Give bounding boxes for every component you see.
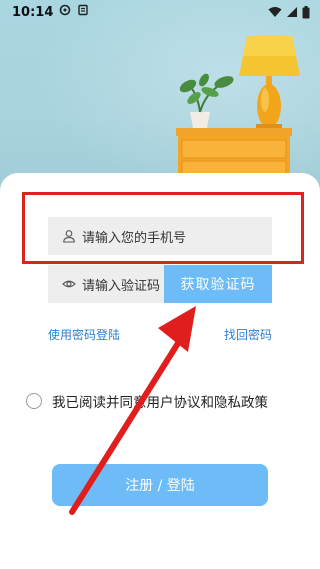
signal-icon (286, 6, 298, 18)
forgot-password-link[interactable]: 找回密码 (224, 326, 272, 343)
status-bar: 10:14 (0, 0, 320, 24)
wifi-icon (268, 6, 282, 18)
notification-icon (77, 4, 89, 20)
phone-input[interactable]: 请输入您的手机号 (48, 217, 272, 255)
battery-icon (302, 5, 310, 19)
gear-icon (59, 4, 71, 20)
code-input-placeholder: 请输入验证码 (82, 278, 161, 294)
password-login-link[interactable]: 使用密码登陆 (48, 326, 120, 343)
get-code-button[interactable]: 获取验证码 (164, 265, 272, 303)
agreement-text: 我已阅读并同意用户协议和隐私政策 (52, 395, 268, 411)
agreement-radio[interactable] (26, 393, 42, 409)
eye-icon (62, 280, 76, 288)
phone-input-placeholder: 请输入您的手机号 (82, 230, 187, 246)
login-screen: 10:14 请输入您的手机号 请输入验证码 获取验证码 使用密码登陆 找回密码 … (0, 0, 320, 569)
user-icon (63, 230, 75, 243)
register-login-button[interactable]: 注册 / 登陆 (52, 464, 268, 506)
status-time: 10:14 (12, 4, 54, 20)
agreement-row: 我已阅读并同意用户协议和隐私政策 (26, 391, 268, 411)
verification-code-input[interactable]: 请输入验证码 (48, 265, 164, 303)
